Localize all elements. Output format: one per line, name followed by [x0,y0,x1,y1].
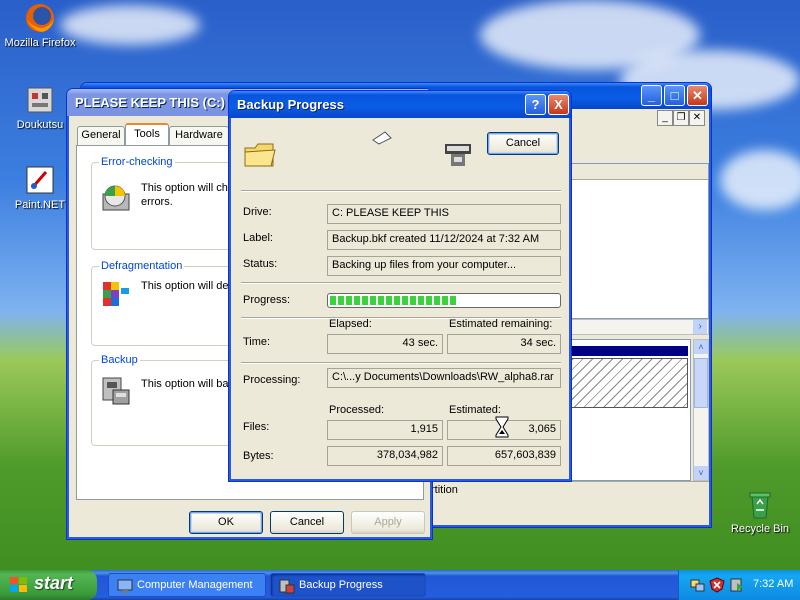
error-checking-title: Error-checking [99,156,175,168]
doukutsu-icon [24,84,56,116]
scroll-right-icon[interactable]: › [693,320,707,334]
mdi-controls: _ ❐ ✕ [657,110,709,128]
time-label: Time: [243,336,271,348]
status-value: Backing up files from your computer... [327,256,561,276]
flying-paper-icon [371,130,393,149]
error-checking-text2: errors. [141,196,173,208]
desktop-icon-label: Recycle Bin [730,523,790,535]
progress-label: Progress: [243,294,291,306]
legend-text: rtition [431,484,458,496]
label-value: Backup.bkf created 11/12/2024 at 7:32 AM [327,230,561,250]
system-tray: 7:32 AM [678,570,800,600]
start-label: start [34,573,74,593]
processing-value: C:\...y Documents\Downloads\RW_alpha8.ra… [327,368,561,388]
paintnet-icon [24,164,56,196]
scroll-down-icon[interactable]: ˅ [694,466,708,480]
start-button[interactable]: start [0,570,97,600]
scroll-thumb[interactable] [694,358,708,408]
network-tray-icon[interactable] [689,577,705,596]
folder-icon [243,138,277,173]
close-button[interactable]: ✕ [687,85,708,106]
taskbar-item-computer-management[interactable]: Computer Management [108,573,266,597]
cloud [720,150,800,210]
desktop-icon-recycle-bin[interactable]: Recycle Bin [720,488,800,535]
desktop-icon-firefox[interactable]: Mozilla Firefox [0,2,80,49]
backup-icon [99,374,133,411]
tab-general[interactable]: General [77,126,125,145]
separator [241,190,561,192]
progress-fill [330,296,458,305]
help-button[interactable]: ? [525,94,546,115]
vertical-scrollbar[interactable]: ˄ ˅ [693,339,709,481]
files-label: Files: [243,421,270,433]
backup-body: Cancel Drive: C: PLEASE KEEP THIS Label:… [233,118,569,479]
label-label: Label: [243,232,273,244]
recycle-bin-icon [744,488,776,520]
bytes-processed-value: 378,034,982 [327,446,443,466]
scroll-up-icon[interactable]: ˄ [694,340,708,354]
tape-drive-icon [443,142,473,171]
defragment-icon [99,278,133,315]
desktop-icon-label: Mozilla Firefox [4,37,76,49]
close-button[interactable]: X [548,94,569,115]
backup-progress-titlebar[interactable]: Backup Progress [229,91,571,118]
taskbar-item-label: Backup Progress [299,579,383,591]
processed-header: Processed: [329,404,385,416]
error-checking-text: This option will che [141,182,234,194]
mdi-minimize-button[interactable]: _ [657,110,673,126]
mdi-restore-button[interactable]: ❐ [673,110,689,126]
remaining-value: 34 sec. [447,334,561,354]
files-processed-value: 1,915 [327,420,443,440]
elapsed-value: 43 sec. [327,334,443,354]
backup-progress-icon [279,578,295,597]
cancel-backup-button[interactable]: Cancel [487,132,559,155]
drive-value: C: PLEASE KEEP THIS [327,204,561,224]
cloud [60,5,200,45]
backup-progress-window[interactable]: Backup Progress ? X Cancel Drive: C: PLE… [228,90,572,482]
tab-hardware[interactable]: Hardware [169,126,229,145]
hourglass-cursor-icon [495,416,509,441]
elapsed-header: Elapsed: [329,318,372,330]
mdi-close-button[interactable]: ✕ [689,110,705,126]
cancel-button[interactable]: Cancel [270,511,344,534]
windows-logo-icon [10,577,28,598]
backup-tray-icon[interactable] [729,577,745,596]
error-checking-icon [101,182,133,217]
properties-title: PLEASE KEEP THIS (C:) Pr [75,95,243,110]
backup-progress-title: Backup Progress [237,97,344,112]
defragmentation-title: Defragmentation [99,260,185,272]
processing-label: Processing: [243,374,301,386]
backup-text: This option will bac [141,378,234,390]
tab-tools[interactable]: Tools [125,123,169,146]
estimated-remaining-header: Estimated remaining: [449,318,553,330]
estimated-header: Estimated: [449,404,501,416]
bytes-estimated-value: 657,603,839 [447,446,561,466]
security-alert-tray-icon[interactable] [709,577,725,596]
ok-button[interactable]: OK [189,511,263,534]
drive-label: Drive: [243,206,272,218]
separator [241,362,561,364]
taskbar-item-backup-progress[interactable]: Backup Progress [270,573,426,597]
computer-management-icon [117,578,133,597]
progress-bar [327,293,561,308]
bytes-label: Bytes: [243,450,274,462]
minimize-button[interactable]: _ [641,85,662,106]
separator [241,282,561,284]
apply-button[interactable]: Apply [351,511,425,534]
backup-title: Backup [99,354,140,366]
status-label: Status: [243,258,278,270]
partition-legend: rtition [431,481,709,499]
maximize-button[interactable]: □ [664,85,685,106]
defragmentation-text: This option will def [141,280,232,292]
taskbar-item-label: Computer Management [137,579,253,591]
taskbar: start Computer Management Backup Progres… [0,570,800,600]
firefox-icon [24,2,56,34]
clock[interactable]: 7:32 AM [753,578,793,590]
